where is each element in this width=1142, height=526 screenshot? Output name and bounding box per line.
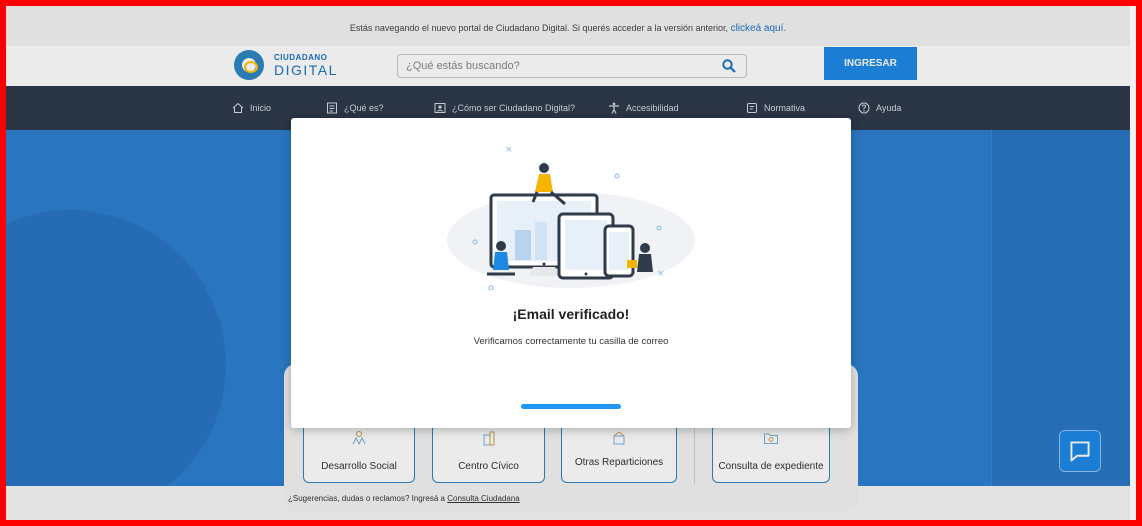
modal-message: Verificamos correctamente tu casilla de …: [473, 336, 669, 347]
svg-text:×: ×: [505, 145, 513, 155]
verification-modal: × × ¡Email verificado! Verificamos corre…: [291, 118, 851, 428]
modal-title: ¡Email verificado!: [512, 306, 630, 322]
devices-illustration: × ×: [447, 145, 695, 290]
svg-text:×: ×: [657, 269, 665, 279]
modal-progress-bar: [521, 404, 621, 409]
page-scrollbar[interactable]: [1130, 6, 1138, 520]
